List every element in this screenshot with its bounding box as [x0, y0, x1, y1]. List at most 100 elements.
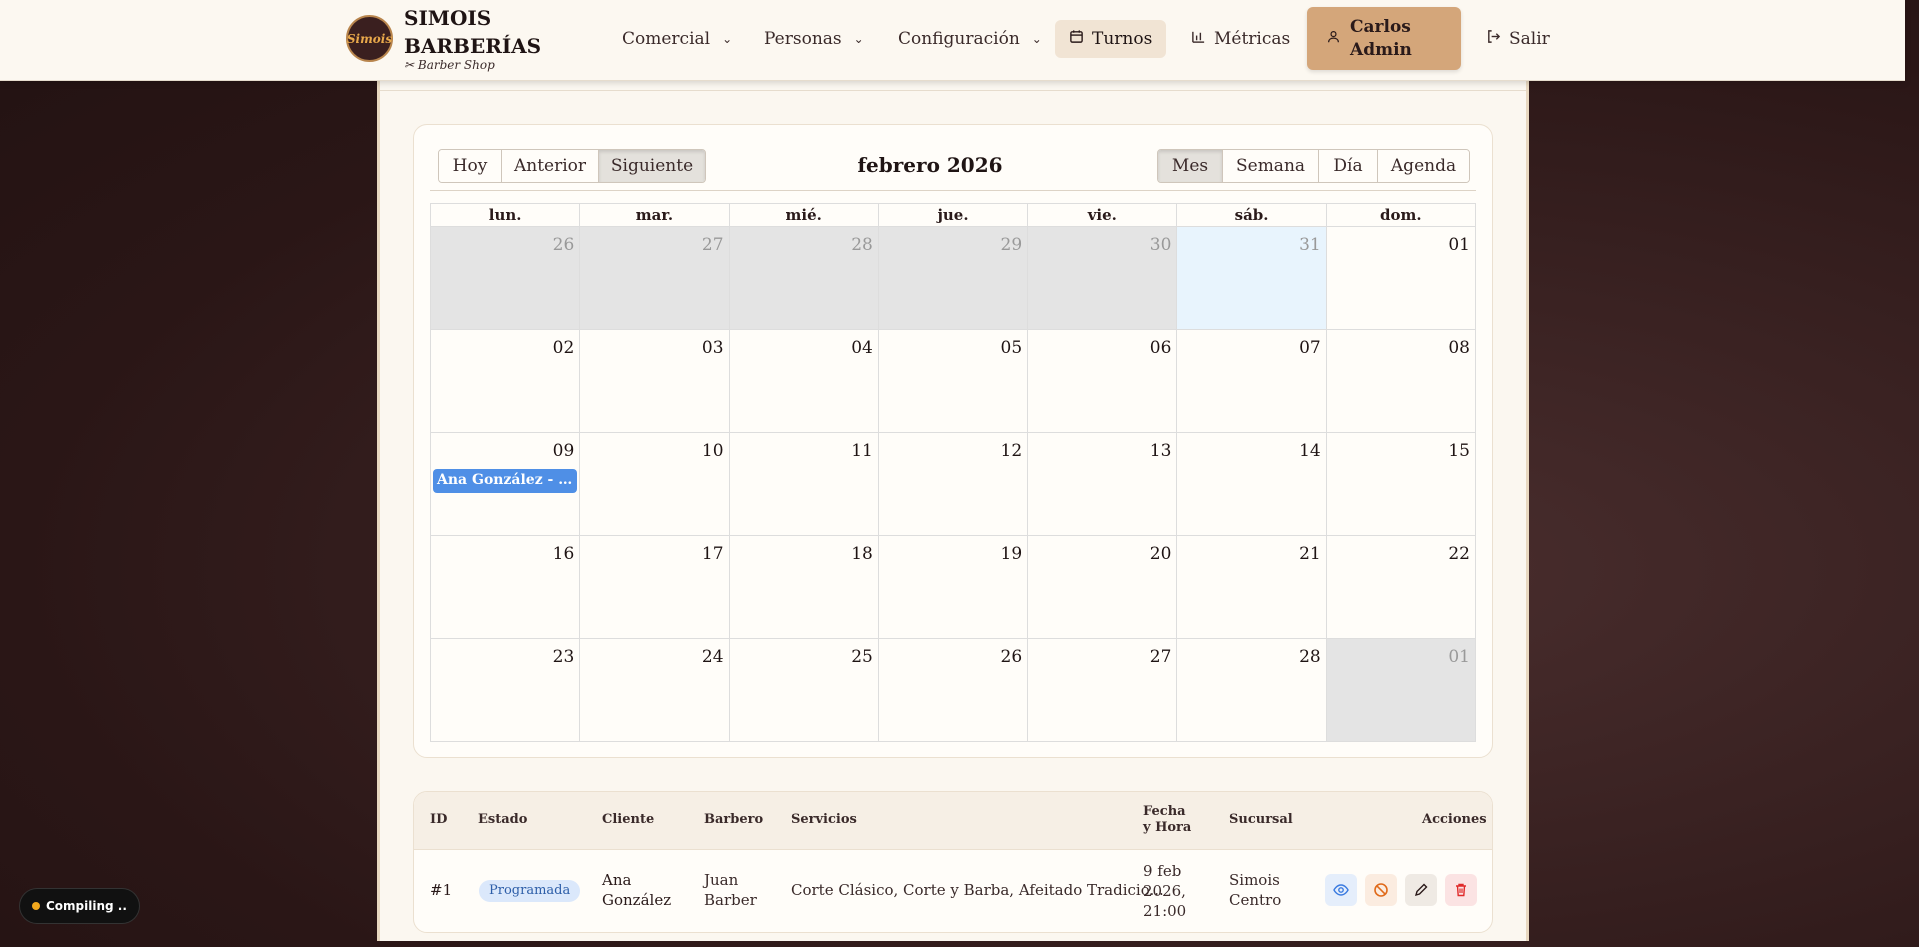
day-cell[interactable]: 18 [729, 536, 879, 639]
top-navbar: Simois SIMOIS BARBERÍAS ✂ Barber Shop Co… [0, 0, 1905, 81]
week-row: 16 17 18 19 20 21 22 [430, 536, 1476, 639]
view-agenda-button[interactable]: Agenda [1378, 150, 1469, 182]
day-cell[interactable]: 05 [878, 330, 1029, 433]
day-cell[interactable]: 26 [431, 227, 581, 330]
day-cell[interactable]: 19 [878, 536, 1029, 639]
weekday-label: dom. [1326, 204, 1476, 227]
day-cell[interactable]: 24 [580, 639, 730, 742]
cell-id: #1 [430, 881, 453, 899]
day-number: 24 [701, 647, 724, 667]
day-number: 31 [1299, 235, 1321, 255]
day-cell[interactable]: 26 [878, 639, 1029, 742]
view-button[interactable] [1325, 874, 1357, 906]
day-number: 30 [1149, 235, 1172, 255]
pencil-icon [1414, 883, 1428, 897]
day-number: 26 [1000, 647, 1023, 667]
day-cell[interactable]: 15 [1326, 433, 1476, 536]
day-cell[interactable]: 16 [431, 536, 581, 639]
nav-turnos[interactable]: Turnos [1055, 20, 1167, 58]
day-number: 27 [1149, 647, 1172, 667]
previous-button[interactable]: Anterior [502, 150, 599, 182]
day-cell[interactable]: 02 [431, 330, 581, 433]
column-header-sucursal[interactable]: Sucursal [1229, 812, 1293, 828]
day-cell-today[interactable]: 31 [1177, 227, 1327, 330]
cell-fecha: 9 feb 2026, 21:00 [1143, 862, 1187, 920]
column-header-id[interactable]: ID [430, 812, 447, 828]
day-cell[interactable]: 29 [878, 227, 1029, 330]
day-number: 25 [851, 647, 873, 667]
day-number: 09 [552, 441, 575, 461]
user-menu-button[interactable]: Carlos Admin [1307, 7, 1461, 70]
day-number: 01 [1448, 235, 1470, 255]
day-cell[interactable]: 06 [1028, 330, 1178, 433]
day-cell[interactable]: 10 [580, 433, 730, 536]
calendar-view-buttons: Mes Semana Día Agenda [1157, 149, 1470, 183]
day-cell[interactable]: 28 [1177, 639, 1327, 742]
user-icon [1327, 27, 1340, 50]
week-row: 23 24 25 26 27 28 01 [430, 639, 1476, 742]
next-button[interactable]: Siguiente [599, 150, 705, 182]
day-number: 23 [552, 647, 575, 667]
edit-button[interactable] [1405, 874, 1437, 906]
day-number: 22 [1448, 544, 1470, 564]
view-week-button[interactable]: Semana [1223, 150, 1319, 182]
day-number: 07 [1299, 338, 1321, 358]
day-cell[interactable]: 03 [580, 330, 730, 433]
scissors-icon: ✂ [404, 58, 415, 72]
nav-personas[interactable]: Personas ⌄ [750, 20, 878, 58]
day-cell[interactable]: 27 [1028, 639, 1178, 742]
day-cell[interactable]: 13 [1028, 433, 1178, 536]
nav-configuracion[interactable]: Configuración ⌄ [884, 20, 1056, 58]
calendar-event[interactable]: Ana González - Co... [433, 469, 578, 493]
day-number: 12 [1000, 441, 1023, 461]
view-month-button[interactable]: Mes [1158, 150, 1223, 182]
table-header: ID Estado Cliente Barbero Servicios Fech… [414, 792, 1492, 850]
weekday-label: vie. [1028, 204, 1178, 227]
day-cell[interactable]: 12 [878, 433, 1029, 536]
cell-servicios: Corte Clásico, Corte y Barba, Afeitado T… [791, 881, 1164, 899]
day-cell[interactable]: 28 [729, 227, 879, 330]
week-row: 09 Ana González - Co... 10 11 12 13 14 1… [430, 433, 1476, 536]
day-cell[interactable]: 09 Ana González - Co... [431, 433, 581, 536]
today-button[interactable]: Hoy [439, 150, 502, 182]
view-day-button[interactable]: Día [1319, 150, 1378, 182]
day-number: 04 [851, 338, 873, 358]
delete-button[interactable] [1445, 874, 1477, 906]
day-cell[interactable]: 07 [1177, 330, 1327, 433]
brand-logo[interactable]: Simois [346, 15, 393, 62]
column-header-estado[interactable]: Estado [478, 812, 527, 828]
day-number: 28 [851, 235, 873, 255]
nav-comercial[interactable]: Comercial ⌄ [608, 20, 746, 58]
day-cell[interactable]: 17 [580, 536, 730, 639]
user-name: Carlos Admin [1350, 16, 1412, 60]
day-cell[interactable]: 23 [431, 639, 581, 742]
day-cell[interactable]: 21 [1177, 536, 1327, 639]
logout-button[interactable]: Salir [1472, 20, 1564, 58]
cancel-button[interactable] [1365, 874, 1397, 906]
day-cell[interactable]: 14 [1177, 433, 1327, 536]
column-header-cliente[interactable]: Cliente [602, 812, 654, 828]
column-header-servicios[interactable]: Servicios [791, 812, 857, 828]
compiling-indicator[interactable]: Compiling .. [20, 889, 139, 923]
day-cell[interactable]: 01 [1326, 227, 1476, 330]
day-cell[interactable]: 11 [729, 433, 879, 536]
day-number: 15 [1448, 441, 1470, 461]
day-number: 18 [851, 544, 873, 564]
day-cell[interactable]: 25 [729, 639, 879, 742]
day-cell[interactable]: 20 [1028, 536, 1178, 639]
month-grid: lun. mar. mié. jue. vie. sáb. dom. 26 27… [430, 203, 1476, 742]
day-cell[interactable]: 22 [1326, 536, 1476, 639]
column-header-barbero[interactable]: Barbero [704, 812, 763, 828]
chevron-down-icon: ⌄ [853, 32, 864, 46]
weekday-label: lun. [431, 204, 581, 227]
day-cell[interactable]: 27 [580, 227, 730, 330]
day-cell[interactable]: 01 [1326, 639, 1476, 742]
nav-metricas[interactable]: Métricas [1177, 20, 1304, 58]
day-cell[interactable]: 30 [1028, 227, 1178, 330]
day-number: 02 [552, 338, 575, 358]
day-cell[interactable]: 04 [729, 330, 879, 433]
column-header-fecha[interactable]: Fecha y Hora [1143, 804, 1193, 836]
calendar-title: febrero 2026 [857, 153, 1003, 177]
day-cell[interactable]: 08 [1326, 330, 1476, 433]
brand-title[interactable]: SIMOIS BARBERÍAS [404, 4, 544, 60]
